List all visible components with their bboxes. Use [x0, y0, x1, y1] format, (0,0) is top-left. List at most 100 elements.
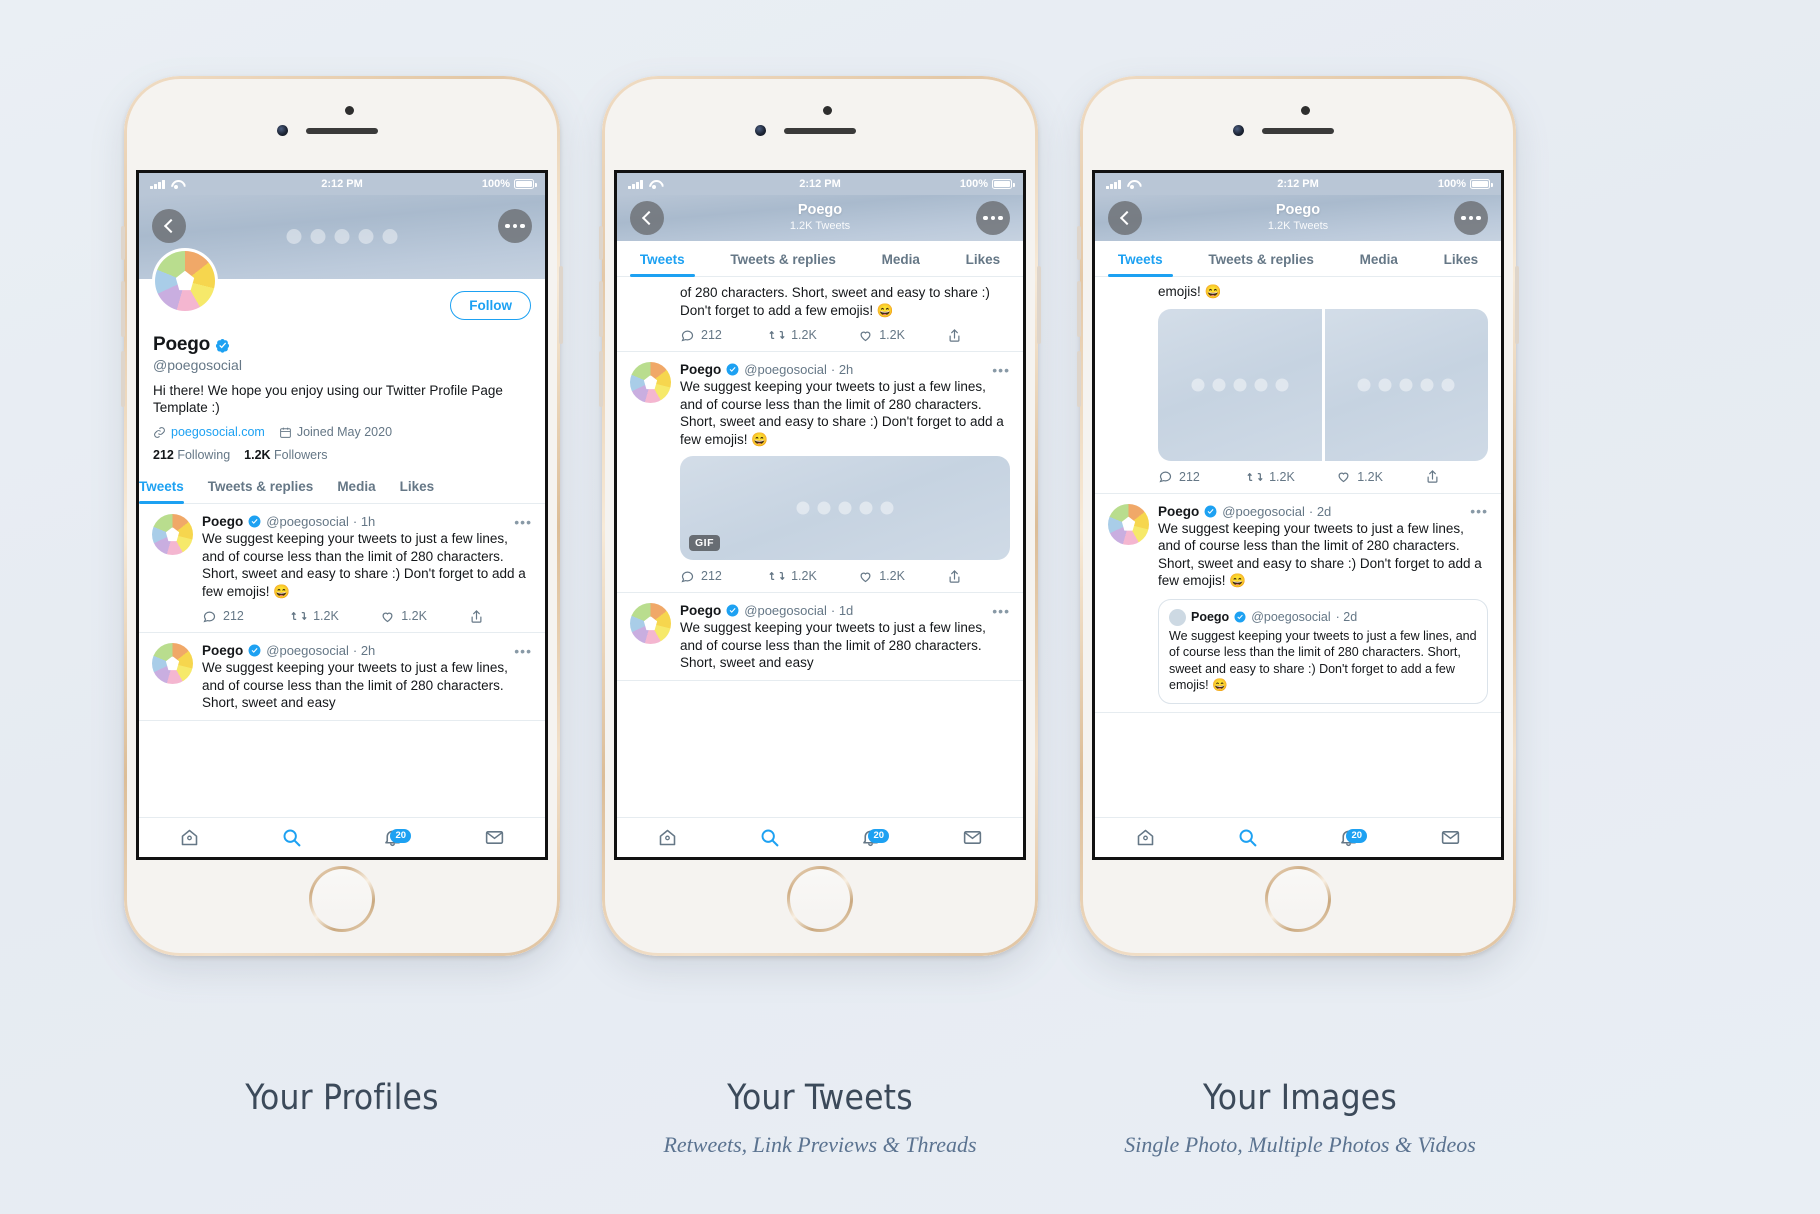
nav-notifications[interactable]: 20 [820, 827, 922, 848]
nav-messages[interactable] [444, 827, 546, 848]
tab-tweets[interactable]: Tweets [139, 468, 184, 504]
quoted-tweet-text: We suggest keeping your tweets to just a… [1169, 628, 1477, 693]
nav-home[interactable] [1095, 827, 1197, 848]
tweet-item-photos[interactable]: emojis! 😄 212 1.2K 1.2K [1095, 277, 1501, 494]
like-count: 1.2K [879, 328, 905, 342]
like-action[interactable]: 1.2K [858, 569, 947, 584]
like-action[interactable]: 1.2K [858, 328, 947, 343]
gif-media[interactable]: GIF [680, 456, 1010, 560]
tweet-item[interactable]: Poego @poegosocial · 1h ••• We suggest k… [139, 504, 545, 633]
home-icon [659, 829, 676, 846]
back-button[interactable] [152, 209, 186, 243]
tweet-feed[interactable]: emojis! 😄 212 1.2K 1.2K Poego @poegosoci… [1095, 277, 1501, 817]
share-action[interactable] [947, 569, 962, 584]
volume-down-button[interactable] [1077, 351, 1081, 407]
like-action[interactable]: 1.2K [380, 609, 469, 624]
reply-action[interactable]: 212 [202, 609, 291, 624]
volume-down-button[interactable] [121, 351, 125, 407]
tweet-item-gif[interactable]: Poego @poegosocial · 2h ••• We suggest k… [617, 352, 1023, 593]
following-count: 212 [153, 448, 174, 462]
reply-action[interactable]: 212 [680, 569, 769, 584]
tweet-text: We suggest keeping your tweets to just a… [680, 620, 986, 670]
mail-icon [485, 831, 503, 844]
tweet-more-button[interactable]: ••• [514, 515, 532, 529]
power-button[interactable] [1515, 266, 1519, 344]
tab-media[interactable]: Media [1337, 241, 1421, 276]
tab-likes[interactable]: Likes [400, 468, 435, 503]
tab-tweets-replies[interactable]: Tweets & replies [208, 468, 314, 503]
power-button[interactable] [559, 266, 563, 344]
volume-up-button[interactable] [599, 281, 603, 337]
volume-up-button[interactable] [1077, 281, 1081, 337]
website-link[interactable]: poegosocial.com [171, 425, 265, 439]
share-action[interactable] [947, 328, 962, 343]
tweet-actions: 212 1.2K 1.2K [202, 608, 532, 624]
tab-tweets-replies[interactable]: Tweets & replies [1185, 241, 1336, 276]
volume-down-button[interactable] [599, 351, 603, 407]
like-count: 1.2K [879, 569, 905, 583]
follow-button[interactable]: Follow [450, 291, 531, 320]
nav-messages[interactable] [1400, 827, 1502, 848]
nav-messages[interactable] [922, 827, 1024, 848]
tweet-avatar[interactable] [152, 643, 193, 684]
like-action[interactable]: 1.2K [1336, 469, 1425, 484]
photo-grid[interactable] [1158, 308, 1488, 461]
tweet-avatar[interactable] [630, 603, 671, 644]
quoted-tweet[interactable]: Poego @poegosocial · 2d We suggest keepi… [1158, 598, 1488, 704]
tweet-more-button[interactable]: ••• [992, 604, 1010, 618]
mute-switch[interactable] [599, 226, 603, 260]
nav-search[interactable] [241, 827, 343, 848]
tweet-avatar[interactable] [630, 362, 671, 403]
caption-title: Your Tweets [727, 1078, 913, 1118]
retweet-action[interactable]: 1.2K [1247, 469, 1336, 485]
mute-switch[interactable] [1077, 226, 1081, 260]
tweet-more-button[interactable]: ••• [992, 363, 1010, 377]
home-button[interactable] [309, 866, 375, 932]
reply-action[interactable]: 212 [1158, 469, 1247, 484]
photo-tile-1[interactable] [1158, 308, 1322, 461]
website-meta[interactable]: poegosocial.com [153, 425, 265, 439]
following-stat[interactable]: 212 Following [153, 448, 230, 462]
home-button[interactable] [787, 866, 853, 932]
retweet-action[interactable]: 1.2K [291, 608, 380, 624]
caption-tweets: Your Tweets Retweets, Link Previews & Th… [560, 1078, 1080, 1158]
tab-media[interactable]: Media [859, 241, 943, 276]
photo-tile-2[interactable] [1324, 308, 1488, 461]
avatar[interactable] [152, 248, 218, 314]
share-action[interactable] [469, 609, 484, 624]
tab-tweets-replies[interactable]: Tweets & replies [707, 241, 858, 276]
tab-likes[interactable]: Likes [943, 241, 1023, 276]
tab-likes[interactable]: Likes [1421, 241, 1501, 276]
followers-stat[interactable]: 1.2K Followers [244, 448, 327, 462]
nav-home[interactable] [617, 827, 719, 848]
nav-notifications[interactable]: 20 [1298, 827, 1400, 848]
share-action[interactable] [1425, 469, 1440, 484]
tweet-more-button[interactable]: ••• [1470, 504, 1488, 518]
tweet-feed[interactable]: Poego @poegosocial · 1h ••• We suggest k… [139, 504, 545, 817]
tab-tweets[interactable]: Tweets [1095, 241, 1185, 277]
more-options-button[interactable] [498, 209, 532, 243]
like-count: 1.2K [401, 609, 427, 623]
tweet-item-partial[interactable]: of 280 characters. Short, sweet and easy… [617, 277, 1023, 352]
nav-notifications[interactable]: 20 [342, 827, 444, 848]
power-button[interactable] [1037, 266, 1041, 344]
tweet-more-button[interactable]: ••• [514, 644, 532, 658]
retweet-action[interactable]: 1.2K [769, 568, 858, 584]
volume-up-button[interactable] [121, 281, 125, 337]
mute-switch[interactable] [121, 226, 125, 260]
reply-action[interactable]: 212 [680, 328, 769, 343]
tab-media[interactable]: Media [337, 468, 375, 503]
tweet-item-quote[interactable]: Poego @poegosocial · 2d ••• We suggest k… [1095, 494, 1501, 713]
tweet-avatar[interactable] [1108, 503, 1149, 545]
retweet-action[interactable]: 1.2K [769, 327, 858, 343]
retweet-icon [769, 572, 785, 580]
home-button[interactable] [1265, 866, 1331, 932]
nav-search[interactable] [719, 827, 821, 848]
tweet-item[interactable]: Poego @poegosocial · 1d ••• We suggest k… [617, 593, 1023, 681]
tweet-avatar[interactable] [152, 514, 193, 555]
nav-home[interactable] [139, 827, 241, 848]
nav-search[interactable] [1197, 827, 1299, 848]
tab-tweets[interactable]: Tweets [617, 241, 707, 277]
tweet-feed[interactable]: of 280 characters. Short, sweet and easy… [617, 277, 1023, 817]
tweet-item[interactable]: Poego @poegosocial · 2h ••• We suggest k… [139, 633, 545, 721]
